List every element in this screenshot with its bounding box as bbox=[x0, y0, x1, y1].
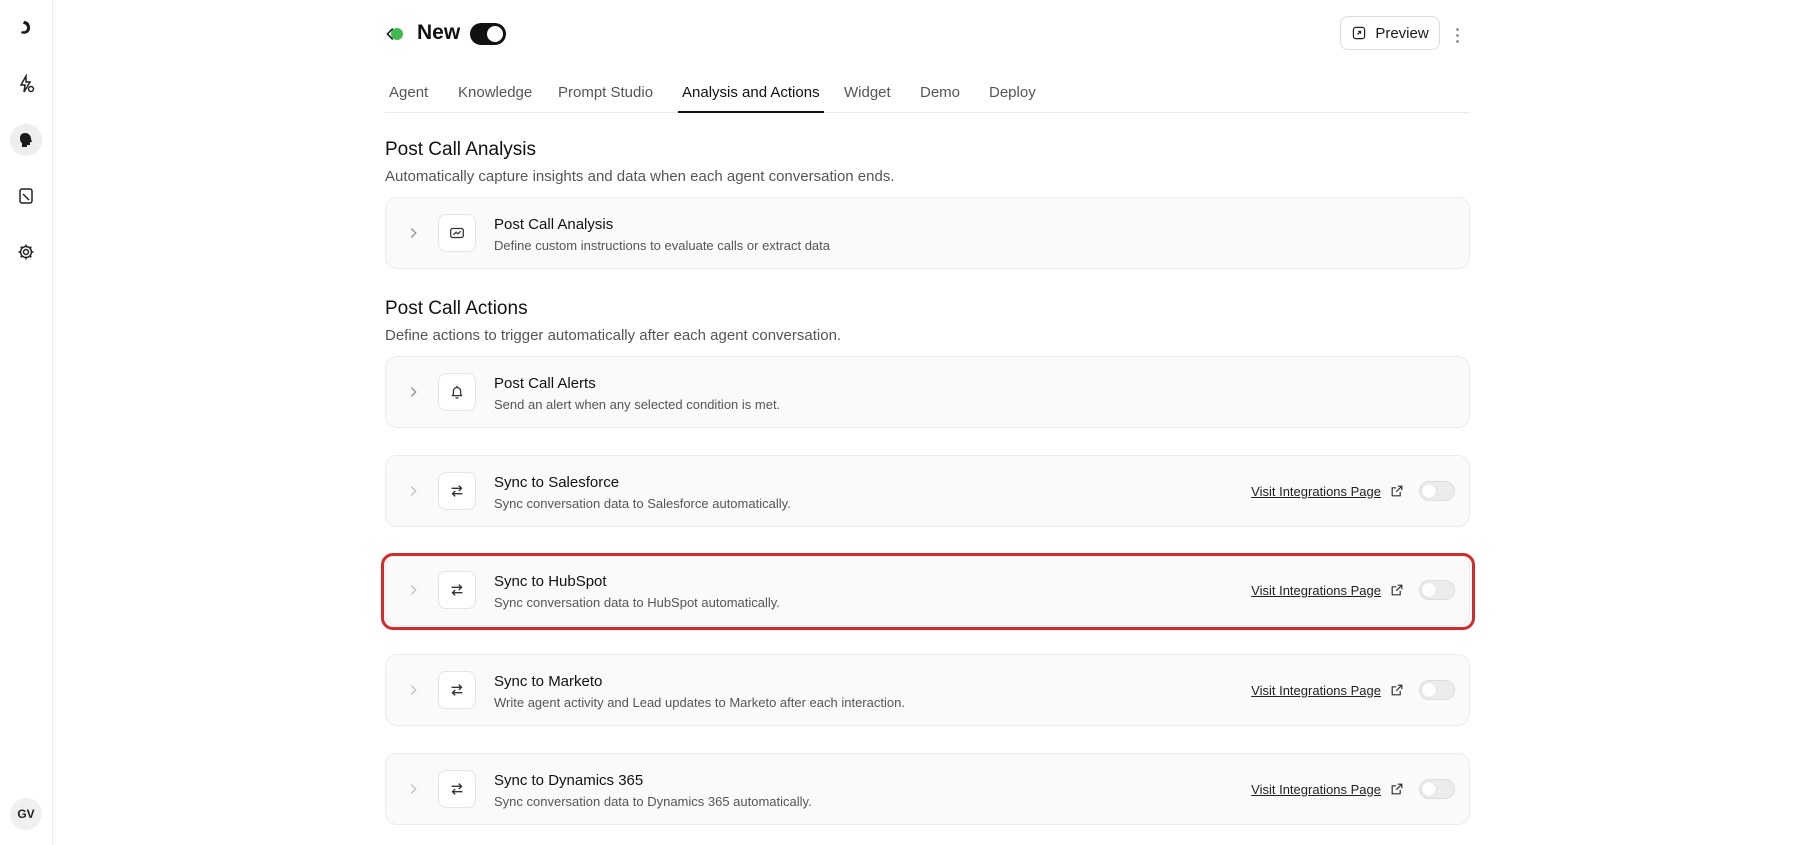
card-title: Sync to HubSpot bbox=[494, 573, 607, 590]
agent-name: New bbox=[417, 21, 461, 44]
card-description: Sync conversation data to Salesforce aut… bbox=[494, 496, 791, 511]
logo-icon[interactable] bbox=[10, 12, 42, 44]
sidebar: GV bbox=[0, 0, 53, 845]
chevron-right-icon[interactable] bbox=[404, 681, 422, 699]
chevron-right-icon[interactable] bbox=[404, 224, 422, 242]
bolt-agent-icon[interactable] bbox=[10, 68, 42, 100]
bell-icon bbox=[438, 373, 476, 411]
tab-widget[interactable]: Widget bbox=[844, 84, 891, 112]
gear-icon[interactable] bbox=[10, 236, 42, 268]
card-title: Sync to Marketo bbox=[494, 673, 603, 690]
more-options-icon[interactable] bbox=[1452, 24, 1462, 46]
card-description: Send an alert when any selected conditio… bbox=[494, 397, 781, 412]
sync-hubspot-toggle[interactable] bbox=[1419, 580, 1455, 600]
post-call-analysis-card[interactable]: Post Call Analysis Define custom instruc… bbox=[385, 197, 1470, 269]
external-link-icon[interactable] bbox=[1389, 682, 1405, 698]
avatar[interactable]: GV bbox=[10, 798, 42, 830]
tab-prompt-studio[interactable]: Prompt Studio bbox=[558, 84, 653, 112]
visit-integrations-link[interactable]: Visit Integrations Page bbox=[1251, 683, 1381, 698]
tab-agent[interactable]: Agent bbox=[389, 84, 428, 112]
external-link-icon[interactable] bbox=[1389, 582, 1405, 598]
top-bar: New Preview bbox=[385, 14, 1470, 54]
card-description: Write agent activity and Lead updates to… bbox=[494, 695, 905, 710]
chevron-right-icon[interactable] bbox=[404, 482, 422, 500]
section-desc-analysis: Automatically capture insights and data … bbox=[385, 168, 895, 185]
card-title: Post Call Analysis bbox=[494, 216, 614, 233]
section-title-analysis: Post Call Analysis bbox=[385, 139, 537, 160]
tab-demo[interactable]: Demo bbox=[920, 84, 960, 112]
status-dot bbox=[391, 28, 403, 40]
card-title: Post Call Alerts bbox=[494, 375, 596, 392]
card-description: Define custom instructions to evaluate c… bbox=[494, 238, 830, 253]
card-title: Sync to Dynamics 365 bbox=[494, 772, 644, 789]
sync-dynamics-card[interactable]: Sync to Dynamics 365 Sync conversation d… bbox=[385, 753, 1470, 825]
preview-button[interactable]: Preview bbox=[1340, 16, 1440, 50]
section-title-actions: Post Call Actions bbox=[385, 298, 528, 319]
chevron-right-icon[interactable] bbox=[404, 780, 422, 798]
chevron-right-icon[interactable] bbox=[404, 383, 422, 401]
visit-integrations-link[interactable]: Visit Integrations Page bbox=[1251, 782, 1381, 797]
agent-active-toggle[interactable] bbox=[470, 23, 506, 45]
preview-label: Preview bbox=[1375, 24, 1429, 42]
agent-head-icon[interactable] bbox=[10, 124, 42, 156]
sync-arrows-icon bbox=[438, 671, 476, 709]
sync-dynamics-toggle[interactable] bbox=[1419, 779, 1455, 799]
chart-card-icon bbox=[438, 214, 476, 252]
sync-arrows-icon bbox=[438, 472, 476, 510]
external-link-icon[interactable] bbox=[1389, 781, 1405, 797]
tab-deploy[interactable]: Deploy bbox=[989, 84, 1036, 112]
preview-icon bbox=[1353, 26, 1366, 40]
card-description: Sync conversation data to Dynamics 365 a… bbox=[494, 794, 812, 809]
sync-marketo-card[interactable]: Sync to Marketo Write agent activity and… bbox=[385, 654, 1470, 726]
sync-hubspot-card[interactable]: Sync to HubSpot Sync conversation data t… bbox=[385, 554, 1470, 626]
section-desc-actions: Define actions to trigger automatically … bbox=[385, 327, 842, 344]
visit-integrations-link[interactable]: Visit Integrations Page bbox=[1251, 484, 1381, 499]
tab-bar: Agent Knowledge Prompt Studio Analysis a… bbox=[385, 84, 1470, 113]
chevron-right-icon[interactable] bbox=[404, 581, 422, 599]
visit-integrations-link[interactable]: Visit Integrations Page bbox=[1251, 583, 1381, 598]
external-link-icon[interactable] bbox=[1389, 483, 1405, 499]
tab-knowledge[interactable]: Knowledge bbox=[458, 84, 532, 112]
sync-arrows-icon bbox=[438, 571, 476, 609]
post-call-alerts-card[interactable]: Post Call Alerts Send an alert when any … bbox=[385, 356, 1470, 428]
card-title: Sync to Salesforce bbox=[494, 474, 620, 491]
sync-salesforce-card[interactable]: Sync to Salesforce Sync conversation dat… bbox=[385, 455, 1470, 527]
sync-marketo-toggle[interactable] bbox=[1419, 680, 1455, 700]
sync-arrows-icon bbox=[438, 770, 476, 808]
document-icon[interactable] bbox=[10, 180, 42, 212]
sync-salesforce-toggle[interactable] bbox=[1419, 481, 1455, 501]
card-description: Sync conversation data to HubSpot automa… bbox=[494, 595, 780, 610]
tab-analysis-and-actions[interactable]: Analysis and Actions bbox=[678, 84, 824, 113]
